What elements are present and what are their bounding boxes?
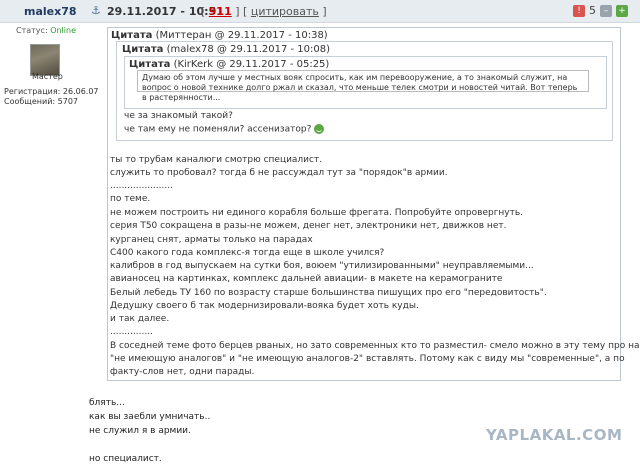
post-links: [ 911 ] [ цитировать ] bbox=[201, 5, 327, 18]
smile-icon bbox=[314, 124, 325, 134]
quote-line: по теме. bbox=[110, 194, 151, 204]
user-registration: Регистрация: 26.06.07 Сообщений: 5707 bbox=[4, 87, 99, 106]
site-logo-watermark: YAPLAKAL.COM bbox=[486, 426, 623, 444]
quote-title-outer: Цитата (Миттеран @ 29.11.2017 - 10:38) bbox=[111, 30, 328, 41]
rate-down-icon[interactable]: – bbox=[600, 4, 612, 17]
quote-line: С400 какого года комплекс-я тогда еще в … bbox=[110, 248, 385, 258]
rate-up-icon[interactable]: + bbox=[616, 4, 628, 17]
quote-line: служить то пробовал? тогда б не рассужда… bbox=[110, 168, 448, 178]
post-number-link[interactable]: 911 bbox=[209, 5, 232, 18]
quote-line: Дедушку своего б так модернизировали-воя… bbox=[110, 301, 419, 311]
quote-line: ты то трубам каналюги смотрю специалист. bbox=[110, 155, 323, 165]
quote-line: ...................... bbox=[110, 181, 173, 191]
quote-line: В соседней теме фото берцев рваных, но з… bbox=[110, 341, 640, 351]
quote-line: курганец снят, арматы только на парадах bbox=[110, 235, 313, 245]
quote-line: ............... bbox=[110, 327, 153, 337]
quote-line: "не имеющую аналогов" и "не имеющую анал… bbox=[110, 354, 625, 364]
username-link[interactable]: malex78 bbox=[24, 5, 77, 18]
post-line: как вы заебли умничать.. bbox=[89, 412, 211, 422]
quote-block-inner: Цитата (KirKerk @ 29.11.2017 - 05:25) Ду… bbox=[124, 56, 607, 109]
quote-title-inner: Цитата (KirKerk @ 29.11.2017 - 05:25) bbox=[129, 59, 330, 70]
quote-line: не можем построить ни единого корабля бо… bbox=[110, 208, 524, 218]
quote-line: и так далее. bbox=[110, 314, 170, 324]
rating-count: 5 bbox=[589, 4, 596, 17]
user-rank: Мастер bbox=[32, 72, 63, 81]
quote-line: серия Т50 сокращена в разы-не можем, ден… bbox=[110, 221, 507, 231]
quote-line: че за знакомый такой? bbox=[124, 111, 233, 121]
post-actions: ! 5 – + bbox=[573, 4, 628, 17]
user-status: Статус: Online bbox=[16, 26, 76, 35]
quote-title-middle: Цитата (malex78 @ 29.11.2017 - 10:08) bbox=[122, 44, 331, 55]
quote-button[interactable]: цитировать bbox=[251, 5, 319, 18]
quote-line: че там ему не поменяли? ассенизатор? bbox=[124, 124, 325, 135]
post-line: блять... bbox=[89, 398, 125, 408]
post-line: не служил я в армии. bbox=[89, 426, 191, 436]
quote-line: Белый лебедь ТУ 160 по возрасту старше б… bbox=[110, 288, 547, 298]
anchor-icon[interactable]: ⚓ bbox=[91, 4, 101, 17]
post-header: malex78 ⚓ 29.11.2017 - 10:51 [ 911 ] [ ц… bbox=[0, 0, 640, 23]
quote-text-inner: Думаю об этом лучше у местных вояк спрос… bbox=[137, 70, 589, 102]
quote-line: калибров в год выпускаем на сутки боя, в… bbox=[110, 261, 534, 271]
quote-line: факту-слов нет, одни парады. bbox=[110, 367, 255, 377]
report-icon[interactable]: ! bbox=[573, 4, 585, 17]
quote-line: авианосец на картинках, комплекс дальней… bbox=[110, 274, 503, 284]
